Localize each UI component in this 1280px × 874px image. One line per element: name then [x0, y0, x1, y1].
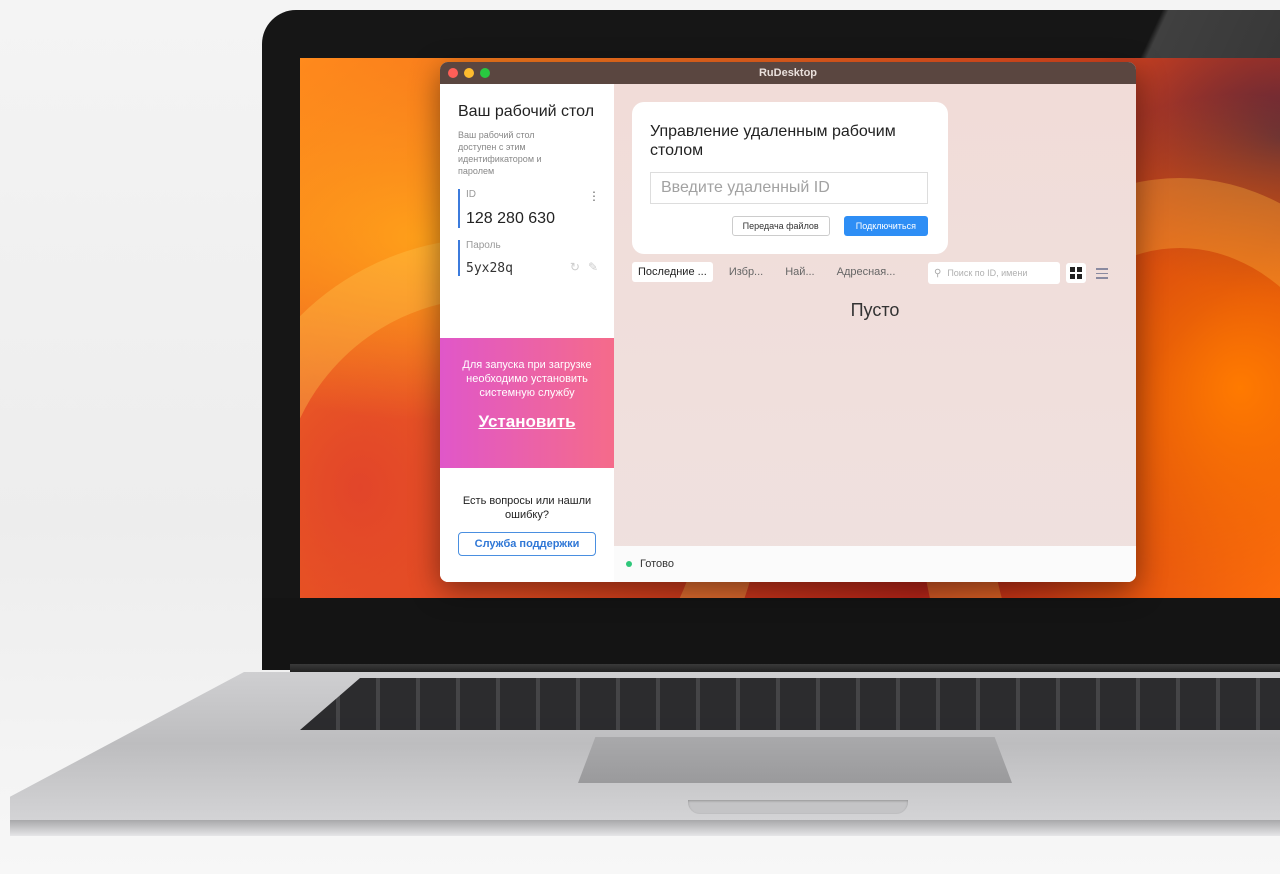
sidebar-title: Ваш рабочий стол [458, 103, 595, 120]
laptop-keyboard [300, 678, 1280, 730]
status-indicator [626, 561, 632, 567]
search-icon: ⚲ [934, 267, 942, 279]
window-controls [448, 68, 490, 78]
file-transfer-button[interactable]: Передача файлов [731, 216, 830, 236]
promo-text: Для запуска при загрузке необходимо уста… [462, 359, 592, 399]
tab-address-book[interactable]: Адресная... [831, 262, 902, 282]
help-text: Есть вопросы или нашли ошибку? [462, 495, 592, 521]
id-value: 128 280 630 [466, 210, 555, 227]
status-bar: Готово [614, 546, 1136, 582]
main-panel: Управление удаленным рабочим столом Пере… [614, 84, 1136, 582]
empty-state-text: Пусто [850, 300, 900, 320]
tab-recent[interactable]: Последние ... [632, 262, 713, 282]
search-input[interactable] [945, 267, 1054, 279]
maximize-button[interactable] [480, 68, 490, 78]
screen-bezel [262, 598, 1280, 670]
tab-discovered[interactable]: Най... [779, 262, 820, 282]
install-link[interactable]: Установить [440, 412, 614, 432]
title-bar: RuDesktop [440, 62, 1136, 84]
id-label: ID [466, 189, 476, 200]
id-field: ID ⋮ 128 280 630 [458, 189, 600, 228]
remote-id-input[interactable] [650, 172, 928, 204]
laptop-base-edge [10, 820, 1280, 836]
search-box: ⚲ [928, 262, 1060, 284]
tab-favorites[interactable]: Избр... [723, 262, 769, 282]
kebab-icon[interactable]: ⋮ [588, 189, 600, 203]
rudesktop-window: RuDesktop Ваш рабочий стол Ваш рабочий с… [440, 62, 1136, 582]
status-text: Готово [640, 558, 674, 570]
help-section: Есть вопросы или нашли ошибку? Служба по… [440, 494, 614, 556]
peer-tabs: Последние ... Избр... Най... Адресная... [632, 262, 901, 282]
laptop-notch [688, 800, 908, 814]
refresh-icon[interactable]: ↻ [570, 260, 580, 274]
support-button[interactable]: Служба поддержки [458, 532, 596, 556]
install-service-banner: Для запуска при загрузке необходимо уста… [440, 338, 614, 468]
password-field: Пароль 5yx28q ↻ ✎ [458, 240, 600, 276]
minimize-button[interactable] [464, 68, 474, 78]
edit-icon[interactable]: ✎ [588, 260, 598, 274]
remote-control-card: Управление удаленным рабочим столом Пере… [632, 102, 948, 254]
laptop-trackpad [578, 737, 1012, 783]
sidebar-description: Ваш рабочий стол доступен с этим идентиф… [458, 130, 542, 176]
close-button[interactable] [448, 68, 458, 78]
grid-view-button[interactable] [1066, 263, 1086, 283]
connect-button[interactable]: Подключиться [843, 216, 928, 236]
card-title: Управление удаленным рабочим столом [650, 123, 896, 159]
grid-icon [1070, 267, 1082, 279]
sidebar: Ваш рабочий стол Ваш рабочий стол доступ… [440, 84, 614, 582]
list-icon[interactable] [1096, 268, 1108, 282]
password-label: Пароль [466, 240, 501, 251]
window-title: RuDesktop [758, 67, 818, 79]
